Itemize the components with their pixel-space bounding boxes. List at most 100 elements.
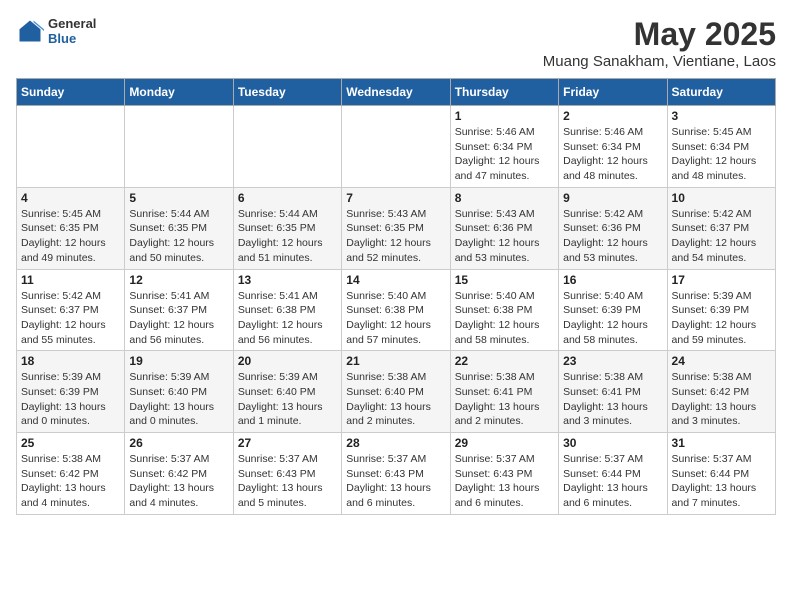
calendar-cell: 21Sunrise: 5:38 AM Sunset: 6:40 PM Dayli… — [342, 351, 450, 433]
day-number: 13 — [238, 273, 337, 287]
calendar-cell: 2Sunrise: 5:46 AM Sunset: 6:34 PM Daylig… — [559, 106, 667, 188]
calendar-cell: 27 Sunrise: 5:37 AM Sunset: 6:43 PM Dayli… — [233, 433, 341, 515]
day-info: Sunrise: 5:37 AM Sunset: 6:42 PM Dayligh… — [129, 452, 228, 511]
day-info: Sunrise: 5:43 AM Sunset: 6:35 PM Dayligh… — [346, 207, 445, 266]
day-info: Sunrise: 5:44 AM Sunset: 6:35 PM Dayligh… — [238, 207, 337, 266]
location-text: Muang Sanakham, Vientiane, Laos — [543, 53, 776, 70]
day-number: 18 — [21, 354, 120, 368]
day-info: Sunrise: 5:39 AM Sunset: 6:40 PM Dayligh… — [129, 370, 228, 429]
calendar-cell: 13 Sunrise: 5:41 AM Sunset: 6:38 PM Dayli… — [233, 269, 341, 351]
day-info: Sunrise: 5:40 AM Sunset: 6:39 PM Dayligh… — [563, 289, 662, 348]
day-number: 6 — [238, 191, 337, 205]
logo-blue-text: Blue — [48, 31, 96, 46]
day-info: Sunrise: 5:37 AM Sunset: 6:43 PM Dayligh… — [346, 452, 445, 511]
calendar-table: SundayMondayTuesdayWednesdayThursdayFrid… — [16, 78, 776, 515]
day-number: 4 — [21, 191, 120, 205]
day-info: Sunrise: 5:38 AM Sunset: 6:42 PM Dayligh… — [672, 370, 771, 429]
calendar-cell: 5 Sunrise: 5:44 AM Sunset: 6:35 PM Daylig… — [125, 187, 233, 269]
calendar-cell: 14Sunrise: 5:40 AM Sunset: 6:38 PM Dayli… — [342, 269, 450, 351]
calendar-cell: 16 Sunrise: 5:40 AM Sunset: 6:39 PM Dayli… — [559, 269, 667, 351]
day-info: Sunrise: 5:42 AM Sunset: 6:37 PM Dayligh… — [672, 207, 771, 266]
day-info: Sunrise: 5:37 AM Sunset: 6:44 PM Dayligh… — [672, 452, 771, 511]
day-info: Sunrise: 5:46 AM Sunset: 6:34 PM Dayligh… — [563, 125, 662, 184]
day-number: 27 — [238, 436, 337, 450]
calendar-cell: 8Sunrise: 5:43 AM Sunset: 6:36 PM Daylig… — [450, 187, 558, 269]
calendar-cell: 23 Sunrise: 5:38 AM Sunset: 6:41 PM Dayli… — [559, 351, 667, 433]
week-row-1: 1 Sunrise: 5:46 AM Sunset: 6:34 PM Daylig… — [17, 106, 776, 188]
logo-general-text: General — [48, 16, 96, 31]
logo-text: General Blue — [48, 16, 96, 46]
day-info: Sunrise: 5:37 AM Sunset: 6:43 PM Dayligh… — [455, 452, 554, 511]
day-info: Sunrise: 5:44 AM Sunset: 6:35 PM Dayligh… — [129, 207, 228, 266]
calendar-cell: 24 Sunrise: 5:38 AM Sunset: 6:42 PM Dayli… — [667, 351, 775, 433]
weekday-header-sunday: Sunday — [17, 79, 125, 106]
weekday-header-saturday: Saturday — [667, 79, 775, 106]
day-info: Sunrise: 5:38 AM Sunset: 6:41 PM Dayligh… — [563, 370, 662, 429]
calendar-cell: 15Sunrise: 5:40 AM Sunset: 6:38 PM Dayli… — [450, 269, 558, 351]
day-info: Sunrise: 5:45 AM Sunset: 6:34 PM Dayligh… — [672, 125, 771, 184]
day-number: 23 — [563, 354, 662, 368]
day-number: 20 — [238, 354, 337, 368]
calendar-cell: 3Sunrise: 5:45 AM Sunset: 6:34 PM Daylig… — [667, 106, 775, 188]
calendar-cell — [17, 106, 125, 188]
calendar-cell: 29 Sunrise: 5:37 AM Sunset: 6:43 PM Dayli… — [450, 433, 558, 515]
calendar-cell: 30 Sunrise: 5:37 AM Sunset: 6:44 PM Dayli… — [559, 433, 667, 515]
day-number: 26 — [129, 436, 228, 450]
day-number: 24 — [672, 354, 771, 368]
day-number: 16 — [563, 273, 662, 287]
calendar-cell — [342, 106, 450, 188]
weekday-header-monday: Monday — [125, 79, 233, 106]
month-title: May 2025 — [543, 16, 776, 53]
calendar-cell: 28Sunrise: 5:37 AM Sunset: 6:43 PM Dayli… — [342, 433, 450, 515]
day-number: 15 — [455, 273, 554, 287]
calendar-cell: 11 Sunrise: 5:42 AM Sunset: 6:37 PM Dayli… — [17, 269, 125, 351]
day-info: Sunrise: 5:41 AM Sunset: 6:38 PM Dayligh… — [238, 289, 337, 348]
day-info: Sunrise: 5:46 AM Sunset: 6:34 PM Dayligh… — [455, 125, 554, 184]
calendar-cell: 1 Sunrise: 5:46 AM Sunset: 6:34 PM Daylig… — [450, 106, 558, 188]
day-number: 9 — [563, 191, 662, 205]
calendar-cell: 4 Sunrise: 5:45 AM Sunset: 6:35 PM Daylig… — [17, 187, 125, 269]
day-number: 22 — [455, 354, 554, 368]
day-number: 10 — [672, 191, 771, 205]
week-row-4: 18Sunrise: 5:39 AM Sunset: 6:39 PM Dayli… — [17, 351, 776, 433]
week-row-5: 25 Sunrise: 5:38 AM Sunset: 6:42 PM Dayli… — [17, 433, 776, 515]
day-info: Sunrise: 5:39 AM Sunset: 6:39 PM Dayligh… — [672, 289, 771, 348]
day-number: 30 — [563, 436, 662, 450]
day-number: 25 — [21, 436, 120, 450]
weekday-header-row: SundayMondayTuesdayWednesdayThursdayFrid… — [17, 79, 776, 106]
weekday-header-thursday: Thursday — [450, 79, 558, 106]
calendar-cell: 22 Sunrise: 5:38 AM Sunset: 6:41 PM Dayli… — [450, 351, 558, 433]
day-number: 1 — [455, 109, 554, 123]
page-header: General Blue May 2025 Muang Sanakham, Vi… — [16, 16, 776, 70]
day-number: 11 — [21, 273, 120, 287]
day-number: 29 — [455, 436, 554, 450]
day-info: Sunrise: 5:37 AM Sunset: 6:43 PM Dayligh… — [238, 452, 337, 511]
calendar-cell: 6 Sunrise: 5:44 AM Sunset: 6:35 PM Daylig… — [233, 187, 341, 269]
day-info: Sunrise: 5:42 AM Sunset: 6:37 PM Dayligh… — [21, 289, 120, 348]
calendar-cell: 10 Sunrise: 5:42 AM Sunset: 6:37 PM Dayli… — [667, 187, 775, 269]
day-info: Sunrise: 5:40 AM Sunset: 6:38 PM Dayligh… — [346, 289, 445, 348]
title-block: May 2025 Muang Sanakham, Vientiane, Laos — [543, 16, 776, 70]
day-info: Sunrise: 5:38 AM Sunset: 6:41 PM Dayligh… — [455, 370, 554, 429]
calendar-cell: 26 Sunrise: 5:37 AM Sunset: 6:42 PM Dayli… — [125, 433, 233, 515]
day-number: 21 — [346, 354, 445, 368]
calendar-cell: 18Sunrise: 5:39 AM Sunset: 6:39 PM Dayli… — [17, 351, 125, 433]
day-info: Sunrise: 5:39 AM Sunset: 6:40 PM Dayligh… — [238, 370, 337, 429]
day-number: 31 — [672, 436, 771, 450]
calendar-cell: 25 Sunrise: 5:38 AM Sunset: 6:42 PM Dayli… — [17, 433, 125, 515]
day-number: 7 — [346, 191, 445, 205]
week-row-2: 4 Sunrise: 5:45 AM Sunset: 6:35 PM Daylig… — [17, 187, 776, 269]
day-number: 17 — [672, 273, 771, 287]
calendar-cell: 12Sunrise: 5:41 AM Sunset: 6:37 PM Dayli… — [125, 269, 233, 351]
day-info: Sunrise: 5:45 AM Sunset: 6:35 PM Dayligh… — [21, 207, 120, 266]
day-number: 5 — [129, 191, 228, 205]
day-number: 19 — [129, 354, 228, 368]
calendar-cell — [233, 106, 341, 188]
day-info: Sunrise: 5:37 AM Sunset: 6:44 PM Dayligh… — [563, 452, 662, 511]
calendar-cell: 17 Sunrise: 5:39 AM Sunset: 6:39 PM Dayli… — [667, 269, 775, 351]
day-info: Sunrise: 5:38 AM Sunset: 6:42 PM Dayligh… — [21, 452, 120, 511]
weekday-header-wednesday: Wednesday — [342, 79, 450, 106]
week-row-3: 11 Sunrise: 5:42 AM Sunset: 6:37 PM Dayli… — [17, 269, 776, 351]
calendar-cell: 19 Sunrise: 5:39 AM Sunset: 6:40 PM Dayli… — [125, 351, 233, 433]
weekday-header-tuesday: Tuesday — [233, 79, 341, 106]
